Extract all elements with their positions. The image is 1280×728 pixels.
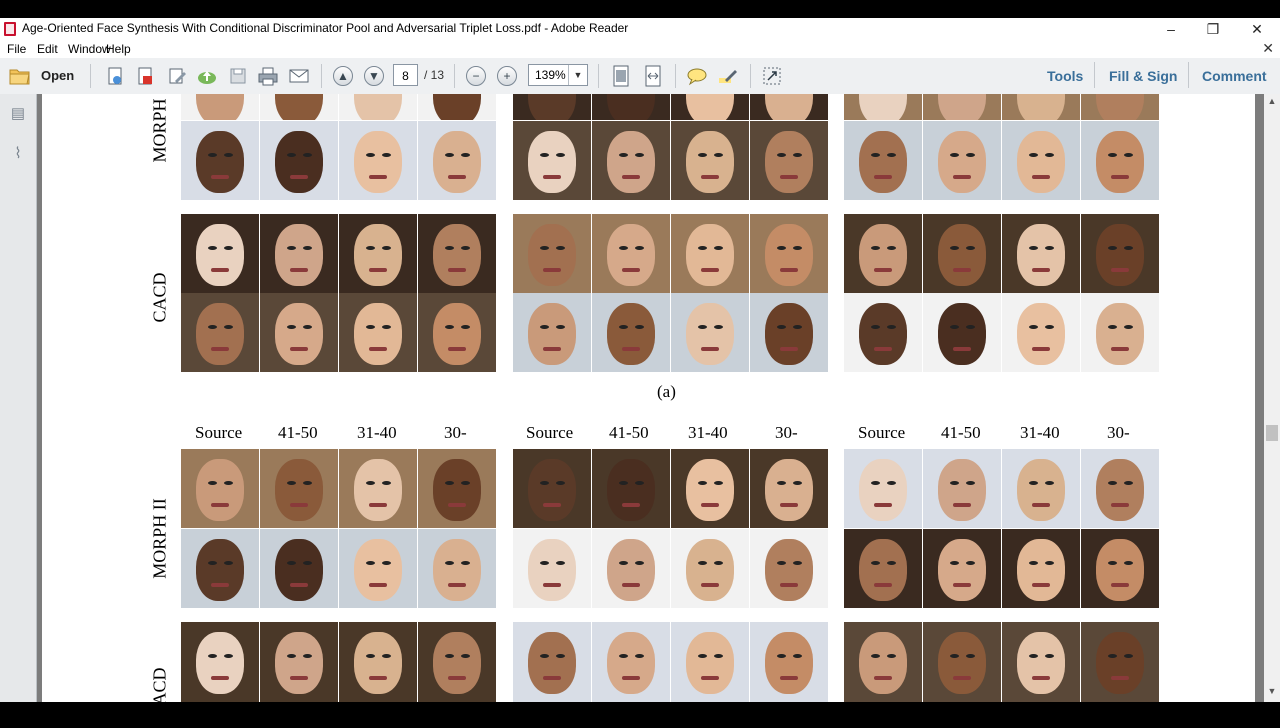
pages-icon[interactable]: ▤ [8, 104, 28, 124]
zoom-value: 139% [535, 68, 566, 82]
toolbar-divider [750, 64, 751, 88]
menu-view[interactable]: Window [68, 42, 111, 56]
fit-width-button[interactable] [641, 64, 665, 88]
toolbar-divider [90, 64, 91, 88]
open-label: Open [41, 68, 75, 83]
menu-edit[interactable]: Edit [37, 42, 58, 56]
open-button[interactable]: Open [8, 65, 78, 87]
edit-icon [169, 68, 186, 84]
next-page-icon: ▼ [364, 66, 384, 86]
create-pdf-icon [108, 67, 122, 85]
upload-cloud-icon [198, 71, 216, 84]
adobe-reader-icon [4, 22, 16, 36]
chevron-down-icon[interactable]: ▼ [568, 65, 587, 85]
restore-button[interactable]: ❐ [1193, 18, 1233, 40]
close-button[interactable]: ✕ [1237, 18, 1277, 40]
close-document-icon[interactable]: ✕ [1262, 40, 1274, 57]
toolbar-divider [1094, 62, 1095, 88]
screen-edge [0, 702, 1280, 720]
attachments-icon[interactable]: ⌇ [8, 144, 28, 164]
menu-window[interactable]: Help [106, 42, 131, 56]
toolbar: Open ▲ ▼ − + [0, 58, 1280, 95]
toolbar-divider [321, 64, 322, 88]
menu-bar: File Edit Window Help ✕ [0, 40, 1280, 58]
prev-page-icon: ▲ [333, 66, 353, 86]
tools-link[interactable]: Tools [1047, 68, 1083, 84]
page-total: / 13 [424, 68, 445, 82]
highlight-button[interactable] [716, 64, 740, 88]
minimize-button[interactable]: – [1151, 18, 1191, 40]
edit-button[interactable] [165, 64, 189, 88]
scroll-up-icon[interactable]: ▲ [1264, 96, 1280, 110]
toolbar-divider [454, 64, 455, 88]
comment-button[interactable] [685, 64, 709, 88]
scroll-thumb[interactable] [1266, 425, 1278, 441]
save-button[interactable] [226, 64, 250, 88]
open-folder-icon [9, 69, 30, 85]
toolbar-divider [1188, 62, 1189, 88]
email-icon [289, 69, 309, 83]
email-button[interactable] [287, 64, 311, 88]
fit-page-icon [613, 65, 629, 87]
navigation-panel: ▤ ⌇ [0, 94, 37, 702]
export-pdf-icon [138, 67, 152, 85]
vertical-scrollbar[interactable]: ▲ ▼ [1264, 94, 1280, 702]
fill-sign-link[interactable]: Fill & Sign [1109, 68, 1177, 84]
zoom-in-button[interactable]: + [495, 64, 519, 88]
create-pdf-button[interactable] [103, 64, 127, 88]
menu-file[interactable]: File [7, 42, 26, 56]
export-pdf-button[interactable] [133, 64, 157, 88]
fullscreen-icon [763, 67, 781, 85]
fit-page-button[interactable] [609, 64, 633, 88]
toolbar-divider [675, 64, 676, 88]
next-page-button[interactable]: ▼ [362, 64, 386, 88]
zoom-select[interactable]: 139% ▼ [528, 64, 588, 86]
zoom-out-icon: − [466, 66, 486, 86]
zoom-in-icon: + [497, 66, 517, 86]
comment-bubble-icon [687, 68, 707, 86]
comment-link[interactable]: Comment [1202, 68, 1267, 84]
pdf-page [42, 94, 1255, 702]
document-viewport[interactable] [37, 94, 1264, 702]
print-button[interactable] [256, 64, 280, 88]
toolbar-divider [598, 64, 599, 88]
zoom-out-button[interactable]: − [464, 64, 488, 88]
window-title: Age-Oriented Face Synthesis With Conditi… [22, 21, 629, 35]
upload-button[interactable] [195, 64, 219, 88]
fullscreen-button[interactable] [760, 64, 784, 88]
page-number-input[interactable]: 8 [393, 64, 418, 86]
prev-page-button[interactable]: ▲ [331, 64, 355, 88]
scroll-down-icon[interactable]: ▼ [1264, 686, 1280, 700]
save-icon [230, 68, 246, 84]
title-bar: Age-Oriented Face Synthesis With Conditi… [0, 18, 1280, 40]
print-icon [258, 67, 278, 86]
fit-width-icon [645, 65, 661, 87]
highlight-icon [719, 70, 737, 83]
